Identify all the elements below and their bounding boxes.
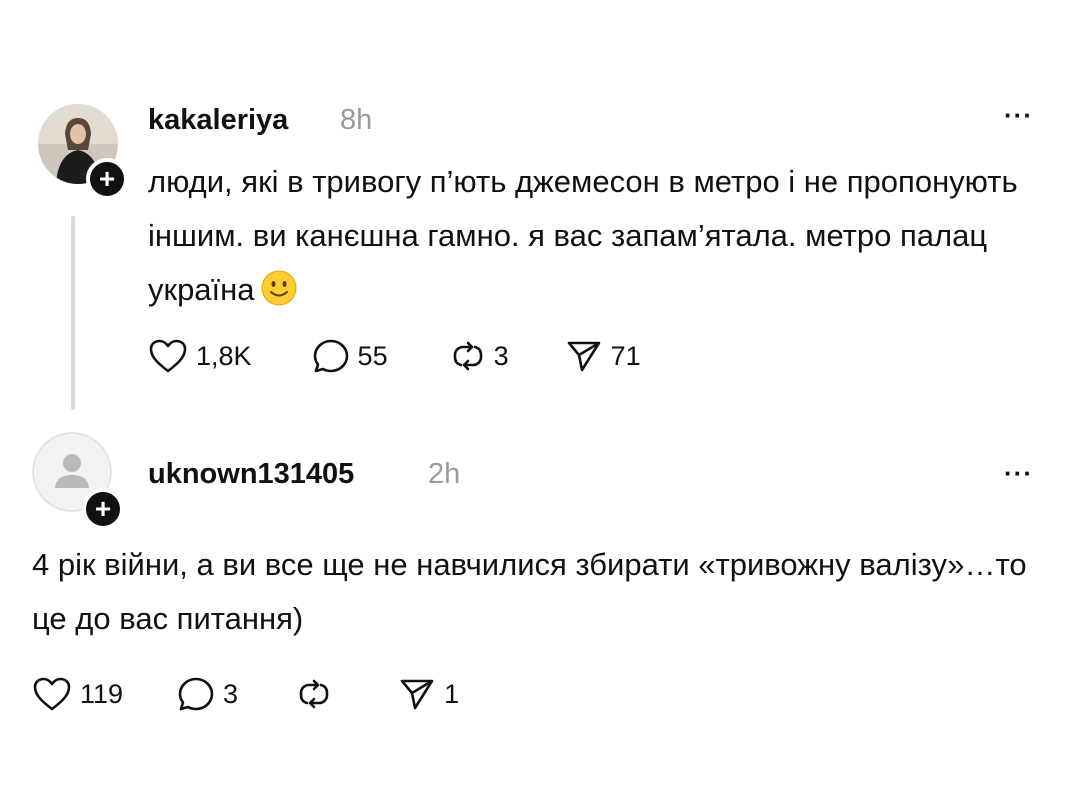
send-icon [567,341,600,372]
avatar[interactable]: + [38,104,128,200]
action-bar: 1,8K 55 3 71 [148,338,641,374]
comment-icon [178,677,214,711]
send-icon [400,679,434,710]
post-2: + uknown131405 2h ··· 4 рік війни, а ви … [0,420,1080,810]
comment-button[interactable]: 55 [312,338,388,374]
like-count: 1,8K [196,340,252,371]
comment-icon [313,339,348,373]
more-icon[interactable]: ··· [1004,458,1033,489]
share-count: 71 [610,340,641,371]
follow-plus-icon[interactable]: + [86,158,128,200]
repost-button[interactable]: 3 [450,338,509,374]
like-button[interactable]: 119 [32,676,123,712]
repost-icon [453,341,482,371]
repost-icon [299,679,329,709]
timestamp: 2h [428,458,461,490]
comment-count: 55 [357,340,388,371]
post-text: 4 рік війни, а ви все ще не навчилися зб… [32,547,1027,636]
username[interactable]: kakaleriya [148,104,288,137]
timestamp: 8h [340,104,373,136]
action-bar: 119 3 1 [32,676,459,712]
username[interactable]: uknown131405 [148,458,354,491]
post-1: + kakaleriya 8h ··· люди, які в тривогу … [0,0,1080,420]
follow-plus-icon[interactable]: + [82,488,124,530]
comment-count: 3 [223,678,239,709]
share-button[interactable]: 1 [398,676,459,712]
comment-button[interactable]: 3 [177,676,238,712]
heart-icon [33,677,71,711]
heart-icon [149,339,187,373]
share-count: 1 [444,678,460,709]
post-text: люди, які в тривогу п’ють джемесон в мет… [148,155,1028,317]
like-button[interactable]: 1,8K [148,338,252,374]
share-button[interactable]: 71 [565,338,641,374]
like-count: 119 [80,678,124,709]
slightly-smiling-face-emoji [261,270,297,306]
repost-count: 3 [493,340,509,371]
thread-line [71,216,75,410]
repost-button[interactable] [296,676,340,712]
more-icon[interactable]: ··· [1004,100,1033,131]
avatar[interactable]: + [32,432,124,530]
